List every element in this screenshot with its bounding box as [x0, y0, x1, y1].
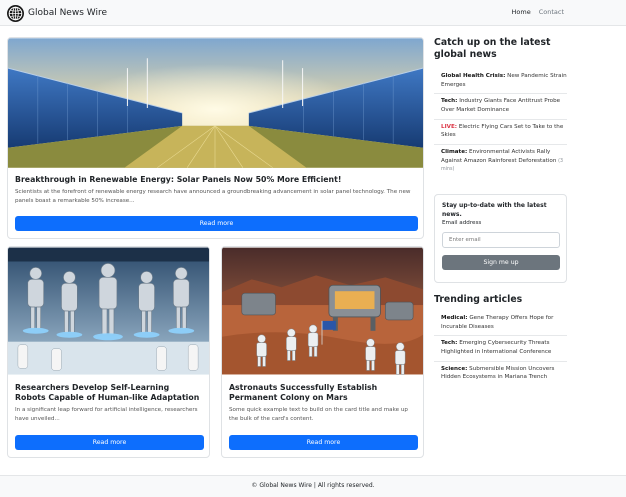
list-item[interactable]: Science: Submersible Mission Uncovers Hi… [434, 362, 567, 386]
news-headline: Industry Giants Face Antitrust Probe Ove… [441, 98, 561, 114]
list-item[interactable]: Climate: Environmental Activists Rally A… [434, 145, 567, 178]
news-tag: Tech: [441, 340, 458, 347]
robots-card: Researchers Develop Self-Learning Robots… [7, 246, 210, 458]
subscribe-box: Stay up-to-date with the latest news. Em… [434, 194, 567, 283]
mars-colony-image [222, 247, 423, 375]
featured-card: Breakthrough in Renewable Energy: Solar … [7, 37, 424, 239]
news-tag: Tech: [441, 98, 458, 105]
list-item[interactable]: LIVE: Electric Flying Cars Set to Take t… [434, 120, 567, 146]
trending-heading: Trending articles [434, 294, 523, 305]
navbar: Global News Wire Home Contact [0, 0, 626, 26]
nav-home-link[interactable]: Home [512, 8, 531, 16]
brand-name: Global News Wire [28, 8, 107, 18]
email-label: Email address [442, 220, 482, 227]
robots-read-more-button[interactable]: Read more [15, 435, 204, 450]
list-item[interactable]: Tech: Emerging Cybersecurity Threats Hig… [434, 336, 567, 362]
robots-text: In a significant leap forward for artifi… [15, 407, 198, 422]
catchup-heading: Catch up on the latest global news [434, 37, 551, 61]
email-field[interactable] [442, 232, 560, 249]
robots-image [8, 247, 209, 375]
news-headline: Electric Flying Cars Set to Take to the … [441, 123, 564, 139]
news-headline: Emerging Cybersecurity Threats Highlight… [441, 340, 552, 356]
news-tag: Global Health Crisis: [441, 73, 506, 80]
live-tag: LIVE: [441, 123, 458, 130]
mars-title[interactable]: Astronauts Successfully Establish Perman… [229, 383, 416, 403]
news-tag: Climate: [441, 149, 468, 156]
globe-logo-icon [7, 4, 24, 22]
nav-links: Home Contact [512, 8, 565, 16]
trending-list: Medical: Gene Therapy Offers Hope for In… [434, 311, 567, 386]
trending-section: Trending articles Medical: Gene Therapy … [434, 294, 567, 386]
robots-title[interactable]: Researchers Develop Self-Learning Robots… [15, 383, 202, 403]
news-tag: Science: [441, 365, 468, 372]
mars-read-more-button[interactable]: Read more [229, 435, 418, 450]
featured-title[interactable]: Breakthrough in Renewable Energy: Solar … [15, 175, 416, 185]
list-item[interactable]: Tech: Industry Giants Face Antitrust Pro… [434, 94, 567, 120]
list-item[interactable]: Global Health Crisis: New Pandemic Strai… [434, 69, 567, 95]
footer-copyright: © Global News Wire | All rights reserved… [251, 482, 375, 489]
featured-solar-image [8, 38, 423, 168]
brand[interactable]: Global News Wire [7, 4, 107, 22]
catchup-list: Global Health Crisis: New Pandemic Strai… [434, 69, 567, 178]
mars-card: Astronauts Successfully Establish Perman… [221, 246, 424, 458]
nav-contact-link[interactable]: Contact [539, 8, 564, 16]
featured-read-more-button[interactable]: Read more [15, 216, 418, 231]
news-tag: Medical: [441, 315, 468, 322]
catchup-section: Catch up on the latest global news Globa… [434, 37, 567, 178]
list-item[interactable]: Medical: Gene Therapy Offers Hope for In… [434, 311, 567, 337]
mars-text: Some quick example text to build on the … [229, 407, 408, 422]
subscribe-title: Stay up-to-date with the latest news. [442, 202, 547, 218]
featured-text: Scientists at the forefront of renewable… [15, 189, 411, 204]
sign-up-button[interactable]: Sign me up [442, 255, 560, 271]
footer: © Global News Wire | All rights reserved… [0, 475, 626, 497]
